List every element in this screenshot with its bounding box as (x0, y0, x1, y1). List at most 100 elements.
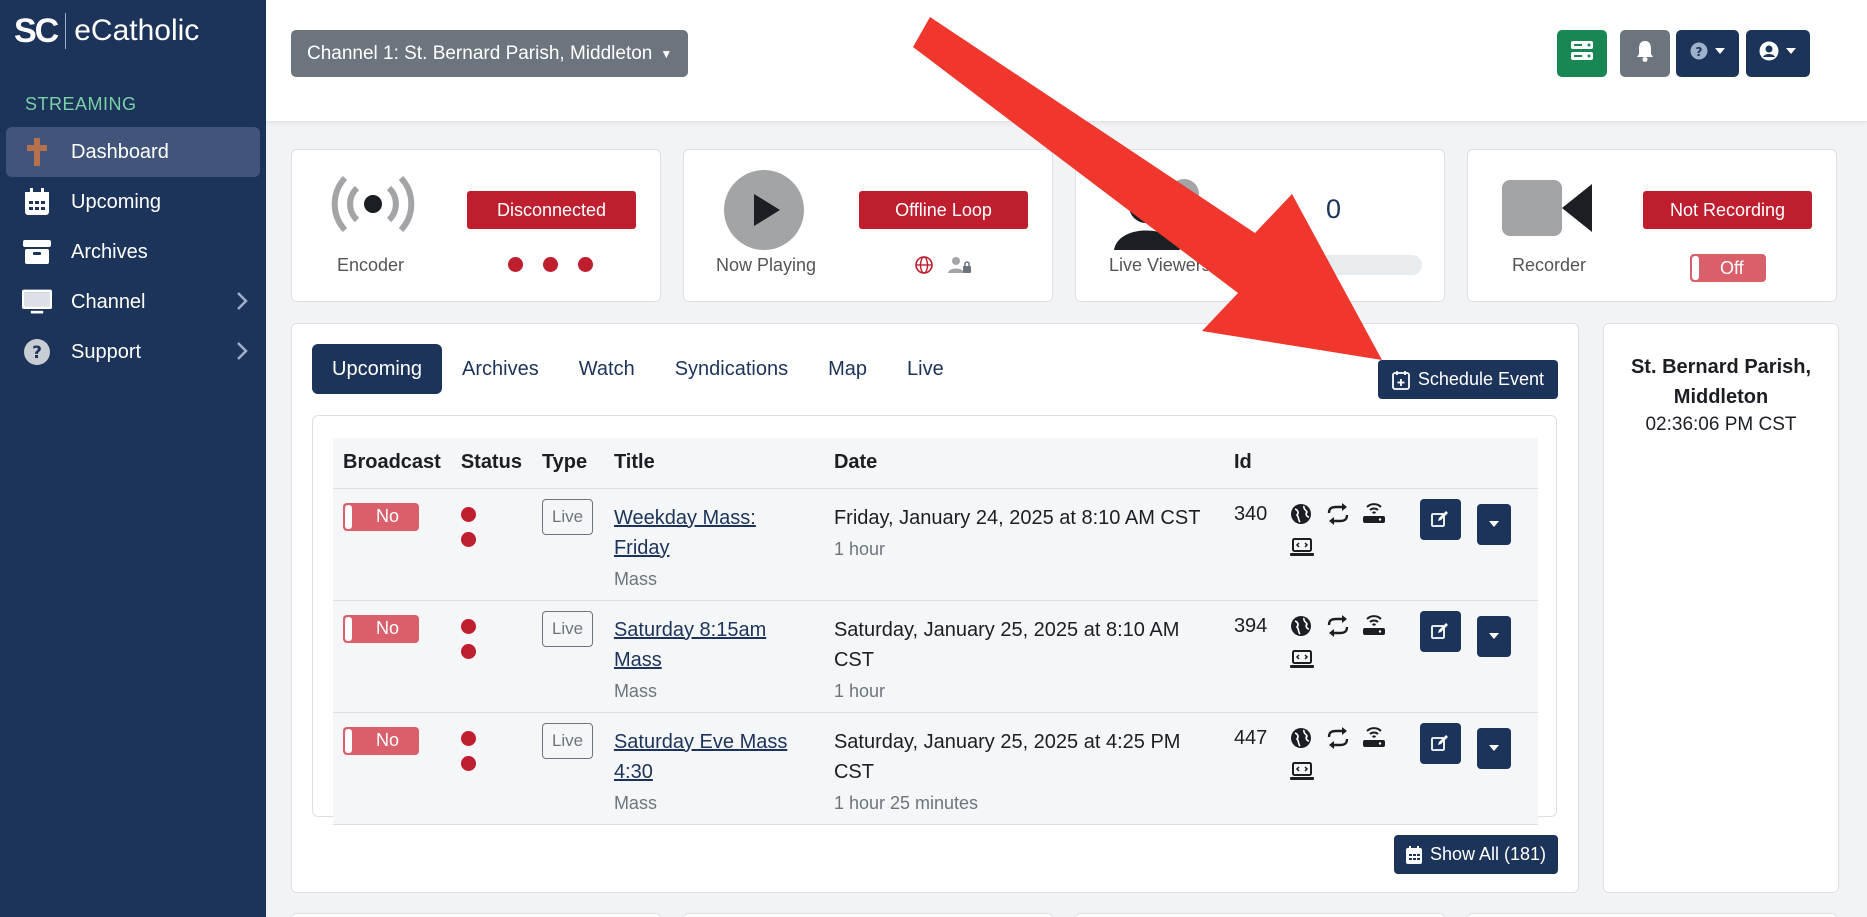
schedule-event-button[interactable]: Schedule Event (1377, 360, 1558, 399)
recorder-toggle-label: Off (1720, 257, 1744, 278)
play-circle-icon[interactable] (724, 170, 804, 255)
column-header-title[interactable]: Title (603, 438, 824, 489)
live-viewers-progress (1252, 255, 1422, 275)
sidebar: SC eCatholic STREAMING Dashboard Upcomin… (0, 0, 266, 917)
event-category: Mass (613, 792, 657, 813)
schedule-event-label: Schedule Event (1417, 369, 1544, 389)
caret-down-icon: ▼ (660, 46, 673, 61)
sidebar-item-archives[interactable]: Archives (6, 227, 260, 277)
column-header-broadcast[interactable]: Broadcast (333, 438, 451, 489)
event-title-link[interactable]: Saturday 8:15am Mass (614, 615, 814, 675)
broadcast-toggle-label: No (376, 506, 400, 526)
tab-live[interactable]: Live (887, 344, 964, 394)
status-dot (460, 618, 476, 634)
embed-icon (1289, 761, 1326, 787)
sidebar-item-label: Support (71, 340, 142, 363)
server-button[interactable] (1557, 30, 1607, 77)
tab-upcoming[interactable]: Upcoming (312, 344, 443, 394)
toggle-knob (345, 616, 352, 641)
table-header-row: Broadcast Status Type Title Date Id (333, 438, 1538, 489)
sidebar-item-upcoming[interactable]: Upcoming (6, 177, 260, 227)
users-icon (1104, 170, 1214, 255)
notifications-button[interactable] (1620, 30, 1670, 77)
broadcast-toggle[interactable]: No (343, 502, 419, 531)
globe-icon (1290, 503, 1326, 531)
broadcast-toggle[interactable]: No (343, 726, 419, 755)
events-table: Broadcast Status Type Title Date Id No L… (333, 438, 1538, 825)
embed-icon (1289, 537, 1326, 563)
now-playing-card: Now Playing Offline Loop (683, 149, 1053, 302)
bottom-card (683, 913, 1053, 917)
user-circle-icon (1759, 41, 1797, 66)
event-menu-dropdown[interactable] (1476, 615, 1511, 657)
event-title-link[interactable]: Saturday Eve Mass 4:30 (614, 727, 814, 787)
event-feature-icons (1289, 502, 1400, 563)
now-playing-status-badge: Offline Loop (859, 191, 1028, 229)
status-dot (460, 730, 476, 746)
edit-event-button[interactable] (1419, 610, 1461, 652)
event-date: Saturday, January 25, 2025 at 8:10 AM CS… (833, 618, 1180, 671)
broadcast-toggle-label: No (376, 618, 400, 638)
status-dot (460, 506, 476, 522)
column-header-status[interactable]: Status (450, 438, 532, 489)
chevron-right-icon (236, 341, 248, 367)
event-feature-icons (1289, 726, 1400, 787)
caret-down-icon (1488, 745, 1499, 751)
recorder-label: Recorder (1512, 255, 1587, 275)
edit-event-button[interactable] (1419, 722, 1461, 764)
toggle-knob (345, 728, 352, 753)
edit-event-button[interactable] (1419, 498, 1461, 540)
table-row: No Live Saturday Eve Mass 4:30 Mass Satur… (333, 712, 1538, 825)
type-badge: Live (541, 722, 594, 759)
show-all-label: Show All (181) (1429, 844, 1546, 864)
sidebar-item-support[interactable]: ? Support (6, 327, 260, 377)
server-icon (1571, 41, 1593, 66)
monitor-icon (22, 287, 52, 317)
show-all-button[interactable]: Show All (181) (1393, 835, 1558, 874)
calendar-icon (22, 187, 52, 217)
sidebar-item-channel[interactable]: Channel (6, 277, 260, 327)
event-title-link[interactable]: Weekday Mass: Friday (614, 503, 814, 563)
status-dot (460, 643, 476, 659)
event-menu-dropdown[interactable] (1476, 503, 1511, 545)
column-header-actions (1409, 438, 1538, 489)
channel-select-button[interactable]: Channel 1: St. Bernard Parish, Middleton… (291, 30, 689, 77)
svg-text:?: ? (32, 343, 42, 363)
router-icon (1362, 726, 1398, 755)
topbar: Channel 1: St. Bernard Parish, Middleton… (266, 0, 1867, 122)
tab-map[interactable]: Map (808, 344, 887, 394)
event-feature-icons (1289, 614, 1400, 675)
event-date: Saturday, January 25, 2025 at 4:25 PM CS… (833, 730, 1181, 783)
caret-down-icon (1488, 633, 1499, 639)
column-header-date[interactable]: Date (823, 438, 1224, 489)
sidebar-item-label: Archives (71, 240, 148, 263)
user-menu-button[interactable] (1746, 30, 1810, 77)
table-row: No Live Saturday 8:15am Mass Mass Saturda… (333, 600, 1538, 713)
tab-syndications[interactable]: Syndications (655, 344, 808, 394)
event-menu-dropdown[interactable] (1476, 727, 1511, 769)
event-category: Mass (613, 680, 657, 701)
column-header-id[interactable]: Id (1223, 438, 1280, 489)
broadcast-icon (327, 174, 419, 239)
bottom-card (1467, 913, 1837, 917)
event-id: 447 (1233, 726, 1268, 749)
status-dot (578, 257, 593, 272)
type-badge: Live (541, 498, 594, 535)
sidebar-item-dashboard[interactable]: Dashboard (6, 127, 260, 177)
edit-icon (1431, 511, 1449, 527)
column-header-type[interactable]: Type (531, 438, 604, 489)
channel-local-time: 02:36:06 PM CST (1645, 414, 1797, 435)
broadcast-toggle[interactable]: No (343, 614, 419, 643)
help-menu-button[interactable]: ? (1676, 30, 1739, 77)
live-viewers-count: 0 (1326, 194, 1342, 224)
tab-watch[interactable]: Watch (559, 344, 655, 394)
recorder-toggle[interactable]: Off (1690, 254, 1766, 282)
brand-logo[interactable]: SC eCatholic (0, 0, 266, 62)
tab-archives[interactable]: Archives (442, 344, 559, 394)
user-lock-icon (948, 256, 972, 279)
repeat-icon (1326, 614, 1362, 643)
caret-down-icon (1488, 521, 1499, 527)
channel-select-label: Channel 1: St. Bernard Parish, Middleton (307, 42, 653, 64)
event-tabs: Upcoming Archives Watch Syndications Map… (312, 344, 964, 394)
table-row: No Live Weekday Mass: Friday Mass Friday,… (333, 488, 1538, 601)
